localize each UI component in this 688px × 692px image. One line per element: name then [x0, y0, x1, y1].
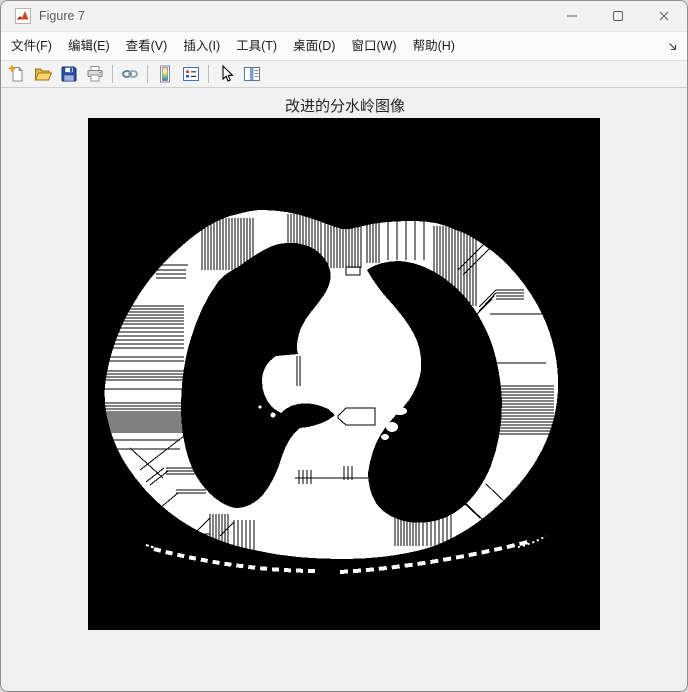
menu-item-desktop[interactable]: 桌面(D): [285, 33, 343, 59]
cursor-arrow-icon: [222, 64, 234, 82]
toolbar-separator: [112, 65, 113, 83]
colorbar-icon: [160, 65, 170, 83]
minimize-icon: [567, 15, 577, 17]
dock-arrow-icon[interactable]: [667, 40, 679, 58]
menu-item-file[interactable]: 文件(F): [3, 33, 60, 59]
menu-item-help[interactable]: 帮助(H): [405, 33, 463, 59]
open-file-button[interactable]: [30, 63, 56, 86]
menubar: 文件(F) 编辑(E) 查看(V) 插入(I) 工具(T) 桌面(D) 窗口(W…: [1, 31, 687, 61]
save-figure-button[interactable]: [56, 63, 82, 86]
toolbar: [1, 61, 687, 88]
figure-title: 改进的分水岭图像: [284, 99, 405, 115]
menu-item-view[interactable]: 查看(V): [118, 33, 176, 59]
window-controls: [549, 1, 687, 31]
figure-window: Figure 7 文件(F) 编辑(E) 查看(V) 插入(I) 工具(T) 桌…: [0, 0, 688, 692]
menu-item-window[interactable]: 窗口(W): [343, 33, 404, 59]
chain-link-icon: [122, 70, 138, 78]
toolbar-separator: [208, 65, 209, 83]
legend-icon: [183, 67, 199, 81]
menu-item-insert[interactable]: 插入(I): [175, 33, 228, 59]
new-figure-button[interactable]: [4, 63, 30, 86]
property-inspector-button[interactable]: [239, 63, 265, 86]
floppy-disk-icon: [61, 66, 77, 82]
matlab-icon: [15, 8, 31, 24]
minimize-button[interactable]: [549, 1, 595, 31]
maximize-button[interactable]: [595, 1, 641, 31]
new-document-icon: [8, 64, 24, 82]
watershed-image[interactable]: [88, 118, 600, 630]
edit-plot-button[interactable]: [213, 63, 239, 86]
property-panel-icon: [244, 67, 260, 81]
link-plot-button[interactable]: [117, 63, 143, 86]
menu-item-tools[interactable]: 工具(T): [228, 33, 285, 59]
menu-item-edit[interactable]: 编辑(E): [60, 33, 118, 59]
titlebar: Figure 7: [1, 1, 687, 31]
print-figure-button[interactable]: [82, 63, 108, 86]
printer-icon: [87, 66, 103, 82]
figure-canvas: 改进的分水岭图像: [1, 88, 687, 691]
close-icon: [659, 11, 669, 21]
open-folder-icon: [34, 68, 53, 81]
maximize-icon: [613, 11, 623, 21]
toolbar-separator: [147, 65, 148, 83]
window-title: Figure 7: [39, 9, 85, 23]
watershed-segmentation-svg: [88, 118, 600, 630]
close-button[interactable]: [641, 1, 687, 31]
insert-colorbar-button[interactable]: [152, 63, 178, 86]
insert-legend-button[interactable]: [178, 63, 204, 86]
